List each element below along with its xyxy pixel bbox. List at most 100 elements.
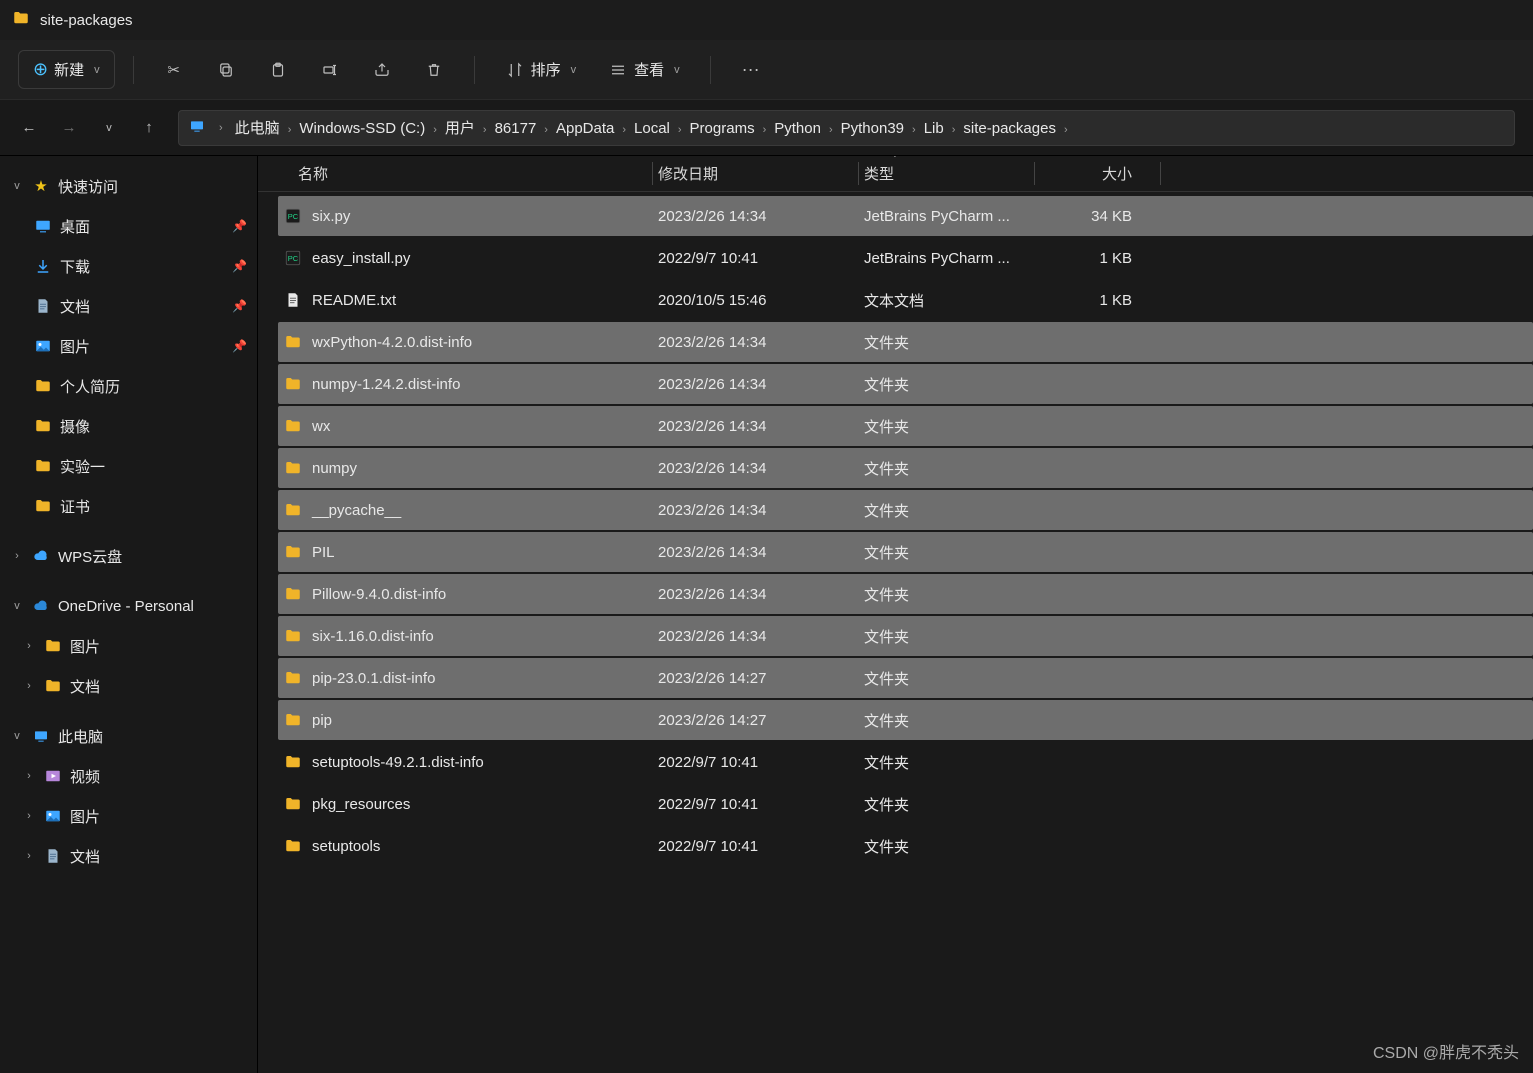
sidebar-item[interactable]: 实验一 [0,446,257,486]
pic-icon [44,807,62,825]
file-type: 文件夹 [864,710,1040,731]
chevron-right-icon: › [22,680,36,692]
breadcrumb-segment[interactable]: Programs [686,118,759,139]
breadcrumb-segment[interactable]: 此电脑 [231,118,284,139]
file-name: wxPython-4.2.0.dist-info [312,334,472,351]
file-row[interactable]: PC six.py 2023/2/26 14:34 JetBrains PyCh… [278,196,1533,236]
copy-button[interactable] [204,54,248,86]
up-button[interactable]: ↑ [138,117,160,139]
chevron-right-icon: › [479,124,491,136]
sidebar-thispc[interactable]: v 此电脑 [0,716,257,756]
column-header-date[interactable]: 修改日期 [658,163,864,184]
toolbar: ⊕ 新建 v ✂ 排序 v 查看 v ··· [0,40,1533,100]
file-type: 文件夹 [864,500,1040,521]
file-row[interactable]: numpy-1.24.2.dist-info 2023/2/26 14:34 文… [278,364,1533,404]
sidebar-item[interactable]: 下载 📌 [0,246,257,286]
file-row[interactable]: numpy 2023/2/26 14:34 文件夹 [278,448,1533,488]
folder-icon [284,501,302,519]
file-type: 文件夹 [864,836,1040,857]
chevron-down-icon: v [571,64,577,76]
breadcrumb-segment[interactable]: Windows-SSD (C:) [295,118,429,139]
more-button[interactable]: ··· [729,54,773,86]
column-header-size[interactable]: 大小 [1040,163,1146,184]
sidebar-item[interactable]: 证书 [0,486,257,526]
pin-icon: 📌 [232,299,247,313]
pin-icon: 📌 [232,339,247,353]
file-row[interactable]: wx 2023/2/26 14:34 文件夹 [278,406,1533,446]
breadcrumb-segment[interactable]: Python39 [837,118,908,139]
sidebar-item[interactable]: 图片 📌 [0,326,257,366]
file-row[interactable]: __pycache__ 2023/2/26 14:34 文件夹 [278,490,1533,530]
back-button[interactable]: ← [18,117,40,139]
column-header-type[interactable]: 类型 [864,163,1040,184]
cut-button[interactable]: ✂ [152,54,196,86]
new-label: 新建 [54,59,84,80]
file-name: Pillow-9.4.0.dist-info [312,586,446,603]
file-row[interactable]: PC easy_install.py 2022/9/7 10:41 JetBra… [278,238,1533,278]
breadcrumb-segment[interactable]: Local [630,118,674,139]
column-header-name[interactable]: 名称 [278,163,658,184]
breadcrumb-segment[interactable]: site-packages [959,118,1060,139]
paste-button[interactable] [256,54,300,86]
file-row[interactable]: PIL 2023/2/26 14:34 文件夹 [278,532,1533,572]
breadcrumb-segment[interactable]: Python [770,118,825,139]
file-row[interactable]: setuptools-49.2.1.dist-info 2022/9/7 10:… [278,742,1533,782]
sidebar-item-label: 此电脑 [58,726,103,747]
view-button[interactable]: 查看 v [596,53,692,86]
file-type: 文件夹 [864,458,1040,479]
sidebar-item[interactable]: 桌面 📌 [0,206,257,246]
recent-button[interactable]: v [98,117,120,139]
folder-icon [284,333,302,351]
sidebar-item[interactable]: › 视频 [0,756,257,796]
file-type: JetBrains PyCharm ... [864,208,1040,225]
trash-icon [424,60,444,80]
pin-icon: 📌 [232,219,247,233]
sidebar-item[interactable]: 文档 📌 [0,286,257,326]
file-row[interactable]: wxPython-4.2.0.dist-info 2023/2/26 14:34… [278,322,1533,362]
file-name: six-1.16.0.dist-info [312,628,434,645]
folder-icon [284,585,302,603]
sidebar-quick-access[interactable]: v ★ 快速访问 [0,166,257,206]
file-date: 2023/2/26 14:34 [658,544,864,561]
sidebar-onedrive[interactable]: v OneDrive - Personal [0,586,257,626]
sidebar-item-label: 文档 [60,296,90,317]
breadcrumb[interactable]: › 此电脑›Windows-SSD (C:)›用户›86177›AppData›… [178,110,1515,146]
file-row[interactable]: pkg_resources 2022/9/7 10:41 文件夹 [278,784,1533,824]
breadcrumb-segment[interactable]: 用户 [441,118,479,139]
folder-icon [44,677,62,695]
sidebar-item[interactable]: › 图片 [0,626,257,666]
delete-button[interactable] [412,54,456,86]
sort-button[interactable]: 排序 v [493,53,589,86]
sidebar-wps[interactable]: › WPS云盘 [0,536,257,576]
breadcrumb-segment[interactable]: 86177 [491,118,541,139]
file-row[interactable]: pip 2023/2/26 14:27 文件夹 [278,700,1533,740]
sidebar-item-label: WPS云盘 [58,546,122,567]
sidebar[interactable]: v ★ 快速访问 桌面 📌 下载 📌 文档 📌 图片 📌 [0,156,258,1073]
file-row[interactable]: setuptools 2022/9/7 10:41 文件夹 [278,826,1533,866]
rename-button[interactable] [308,54,352,86]
sidebar-item[interactable]: › 文档 [0,666,257,706]
file-row[interactable]: README.txt 2020/10/5 15:46 文本文档 1 KB [278,280,1533,320]
sidebar-item[interactable]: 个人简历 [0,366,257,406]
file-row[interactable]: Pillow-9.4.0.dist-info 2023/2/26 14:34 文… [278,574,1533,614]
svg-text:PC: PC [288,254,299,263]
sidebar-item-label: 文档 [70,676,100,697]
file-date: 2023/2/26 14:27 [658,712,864,729]
breadcrumb-segment[interactable]: AppData [552,118,618,139]
sidebar-item[interactable]: 摄像 [0,406,257,446]
sidebar-item-label: 文档 [70,846,100,867]
forward-button[interactable]: → [58,117,80,139]
download-icon [34,257,52,275]
file-row[interactable]: six-1.16.0.dist-info 2023/2/26 14:34 文件夹 [278,616,1533,656]
sidebar-item[interactable]: › 图片 [0,796,257,836]
share-button[interactable] [360,54,404,86]
sidebar-item[interactable]: › 文档 [0,836,257,876]
new-button[interactable]: ⊕ 新建 v [18,50,115,89]
file-row[interactable]: pip-23.0.1.dist-info 2023/2/26 14:27 文件夹 [278,658,1533,698]
watermark: CSDN @胖虎不秃头 [1373,1039,1519,1063]
pycharm-icon: PC [284,249,302,267]
breadcrumb-segment[interactable]: Lib [920,118,948,139]
sidebar-item-label: 视频 [70,766,100,787]
sort-indicator-icon: ˅ [892,156,898,161]
file-date: 2023/2/26 14:34 [658,460,864,477]
